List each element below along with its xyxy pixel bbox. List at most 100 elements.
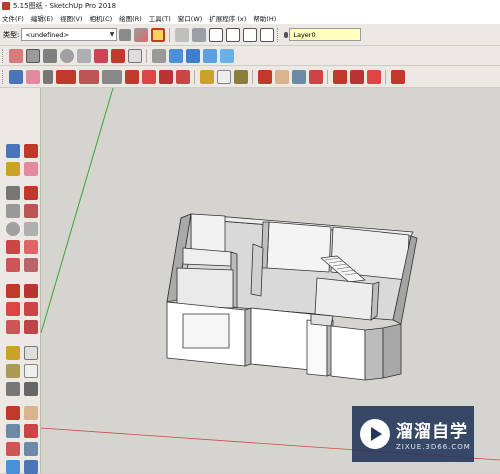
eraser-tool-icon[interactable] bbox=[25, 69, 40, 84]
type-dropdown[interactable]: <undefined> ▼ bbox=[21, 28, 118, 41]
menu-edit[interactable]: 编辑(E) bbox=[31, 13, 53, 23]
two-point-arc-icon[interactable] bbox=[23, 240, 38, 254]
3d-box-icon[interactable] bbox=[191, 27, 206, 42]
circle-icon[interactable] bbox=[59, 48, 74, 63]
pencil-icon[interactable] bbox=[42, 69, 53, 84]
watermark-subtitle: ZIXUE.3D66.COM bbox=[396, 443, 471, 451]
layer-dropdown-value: Layer0 bbox=[293, 30, 316, 39]
orbit-icon[interactable] bbox=[151, 48, 166, 63]
tape-measure-icon[interactable] bbox=[5, 346, 20, 360]
polygon-icon[interactable] bbox=[76, 48, 91, 63]
menu-tools[interactable]: 工具(T) bbox=[149, 13, 171, 23]
scale-icon[interactable] bbox=[175, 69, 190, 84]
orbit-tool-icon[interactable] bbox=[257, 69, 272, 84]
position-camera-icon[interactable] bbox=[5, 460, 20, 474]
iso-view-icon[interactable] bbox=[168, 48, 183, 63]
three-point-arc-icon[interactable] bbox=[5, 258, 20, 272]
paint-bucket-icon[interactable] bbox=[233, 69, 248, 84]
extension-warehouse-icon[interactable] bbox=[366, 69, 381, 84]
tape-measure-icon[interactable] bbox=[199, 69, 214, 84]
cube-icon[interactable] bbox=[174, 27, 189, 42]
back-view-icon[interactable] bbox=[259, 27, 274, 42]
zoom-extents-icon[interactable] bbox=[5, 442, 20, 456]
dimension-icon[interactable] bbox=[23, 346, 38, 360]
rotate-icon[interactable] bbox=[141, 69, 156, 84]
axes-icon[interactable] bbox=[5, 382, 20, 396]
orbit-icon[interactable] bbox=[5, 406, 20, 420]
arc-tool-icon[interactable] bbox=[78, 69, 99, 84]
rotate-icon[interactable] bbox=[5, 302, 20, 316]
toolbar-separator bbox=[327, 69, 328, 84]
previous-view-icon[interactable] bbox=[23, 442, 38, 456]
move-icon[interactable] bbox=[124, 69, 139, 84]
menu-file[interactable]: 文件(F) bbox=[2, 13, 24, 23]
protractor-icon[interactable] bbox=[5, 364, 20, 378]
select-arrow-icon[interactable] bbox=[8, 69, 23, 84]
text-icon[interactable] bbox=[23, 364, 38, 378]
toolbar-row-1: 类型: <undefined> ▼ Layer0 bbox=[0, 24, 500, 46]
select-icon[interactable] bbox=[5, 144, 20, 158]
front-view-icon[interactable] bbox=[242, 27, 257, 42]
rotated-rectangle-icon[interactable] bbox=[23, 204, 38, 218]
look-around-icon[interactable] bbox=[23, 460, 38, 474]
pan-icon[interactable] bbox=[23, 406, 38, 420]
eraser-icon[interactable] bbox=[8, 48, 23, 63]
move-icon[interactable] bbox=[5, 284, 20, 298]
house-outline-icon[interactable] bbox=[225, 27, 240, 42]
toolbar-grip bbox=[2, 69, 5, 84]
rectangle-icon[interactable] bbox=[25, 48, 40, 63]
offset-icon[interactable] bbox=[23, 320, 38, 334]
menu-camera[interactable]: 相机(C) bbox=[90, 13, 113, 23]
floorplan-model[interactable] bbox=[166, 213, 418, 381]
toolbar-separator bbox=[385, 69, 386, 84]
offset-icon[interactable] bbox=[127, 48, 142, 63]
shape-tool-icon[interactable] bbox=[101, 69, 122, 84]
menu-view[interactable]: 视图(V) bbox=[60, 13, 83, 23]
eraser-icon[interactable] bbox=[23, 162, 38, 176]
polygon-icon[interactable] bbox=[23, 222, 38, 236]
paint-icon[interactable] bbox=[5, 162, 20, 176]
zoom-extents-icon[interactable] bbox=[308, 69, 323, 84]
freehand-icon[interactable] bbox=[23, 186, 38, 200]
type-dropdown-value: <undefined> bbox=[25, 30, 69, 39]
pie-icon[interactable] bbox=[23, 258, 38, 272]
toolbar-separator bbox=[169, 27, 171, 42]
rectangle-icon[interactable] bbox=[5, 204, 20, 218]
share-model-icon[interactable] bbox=[349, 69, 364, 84]
menu-extensions[interactable]: 扩展程序 (x) bbox=[209, 13, 246, 23]
house-icon[interactable] bbox=[208, 27, 223, 42]
line-icon[interactable] bbox=[5, 186, 20, 200]
line-icon[interactable] bbox=[42, 48, 57, 63]
follow-me-icon[interactable] bbox=[158, 69, 173, 84]
sandbox-icon[interactable] bbox=[150, 27, 165, 42]
text-tool-icon[interactable] bbox=[216, 69, 231, 84]
menu-window[interactable]: 窗口(W) bbox=[178, 13, 203, 23]
zoom-icon[interactable] bbox=[291, 69, 306, 84]
pan-hand-icon[interactable] bbox=[274, 69, 289, 84]
menu-draw[interactable]: 绘图(R) bbox=[119, 13, 142, 23]
arc-icon[interactable] bbox=[93, 48, 108, 63]
3d-text-icon[interactable] bbox=[23, 382, 38, 396]
chevron-down-icon: ▼ bbox=[109, 31, 115, 38]
menu-help[interactable]: 帮助(H) bbox=[253, 13, 276, 23]
follow-me-icon[interactable] bbox=[23, 302, 38, 316]
zoom-icon[interactable] bbox=[5, 424, 20, 438]
make-component-icon[interactable] bbox=[23, 144, 38, 158]
toolbar-separator bbox=[194, 69, 195, 84]
freehand-icon[interactable] bbox=[55, 69, 76, 84]
warehouse-icon[interactable] bbox=[332, 69, 347, 84]
left-view-icon[interactable] bbox=[219, 48, 234, 63]
circle-icon[interactable] bbox=[5, 222, 20, 236]
pushpull-icon[interactable] bbox=[23, 284, 38, 298]
style-icon[interactable] bbox=[118, 28, 131, 41]
top-view-icon[interactable] bbox=[185, 48, 200, 63]
pushpull-icon[interactable] bbox=[110, 48, 125, 63]
watermark-text: 溜溜自学 ZIXUE.3D66.COM bbox=[396, 417, 471, 451]
ruby-icon[interactable] bbox=[390, 69, 405, 84]
scale-icon[interactable] bbox=[5, 320, 20, 334]
right-view-icon[interactable] bbox=[202, 48, 217, 63]
layer-dropdown[interactable]: Layer0 bbox=[289, 28, 362, 41]
zoom-window-icon[interactable] bbox=[23, 424, 38, 438]
arc-icon[interactable] bbox=[5, 240, 20, 254]
paint-style-icon[interactable] bbox=[133, 27, 148, 42]
